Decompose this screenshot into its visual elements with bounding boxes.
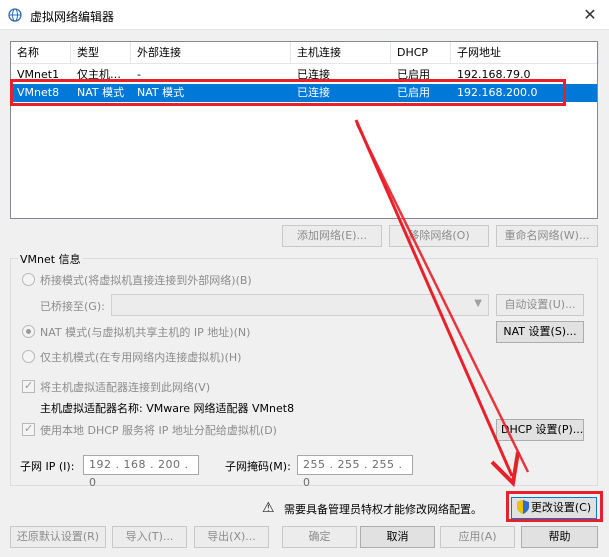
- cell-external: -: [137, 68, 141, 81]
- apply-button[interactable]: 应用(A): [440, 526, 515, 548]
- add-network-button[interactable]: 添加网络(E)...: [282, 225, 382, 247]
- close-button[interactable]: ✕: [577, 4, 603, 26]
- table-row[interactable]: VMnet1 仅主机… - 已连接 已启用 192.168.79.0: [11, 66, 597, 84]
- cancel-button[interactable]: 取消: [360, 526, 435, 548]
- column-header-type[interactable]: 类型: [71, 42, 131, 64]
- table-row-selected[interactable]: VMnet8 NAT 模式 NAT 模式 已连接 已启用 192.168.200…: [11, 84, 597, 102]
- nat-settings-button[interactable]: NAT 设置(S)...: [496, 321, 584, 343]
- host-only-radio[interactable]: [22, 350, 35, 363]
- network-list[interactable]: 名称 类型 外部连接 主机连接 DHCP 子网地址 VMnet1 仅主机… - …: [10, 41, 599, 219]
- dhcp-settings-button[interactable]: DHCP 设置(P)...: [496, 419, 584, 441]
- column-header-host[interactable]: 主机连接: [291, 42, 391, 64]
- rename-network-button[interactable]: 重命名网络(W)...: [496, 225, 598, 247]
- ok-button[interactable]: 确定: [282, 526, 357, 548]
- cell-subnet: 192.168.79.0: [457, 68, 531, 81]
- vmnet-info-group: [10, 258, 598, 486]
- cell-type: 仅主机…: [77, 68, 121, 81]
- subnet-ip-label: 子网 IP (I):: [20, 460, 75, 473]
- subnet-ip-input[interactable]: 192 . 168 . 200 . 0: [83, 455, 199, 489]
- admin-notice: 需要具备管理员特权才能修改网络配置。: [284, 503, 482, 516]
- chevron-down-icon: ▼: [474, 298, 482, 309]
- column-header-external[interactable]: 外部连接: [131, 42, 291, 64]
- cell-name: VMnet8: [17, 86, 60, 99]
- connect-adapter-label: 将主机虚拟适配器连接到此网络(V): [40, 381, 211, 394]
- remove-network-button[interactable]: 移除网络(O): [389, 225, 489, 247]
- cell-host: 已连接: [297, 68, 330, 81]
- column-header-subnet[interactable]: 子网地址: [451, 42, 599, 64]
- cell-name: VMnet1: [17, 68, 60, 81]
- cell-host: 已连接: [297, 86, 330, 99]
- title-bar: 虚拟网络编辑器 ✕: [0, 0, 609, 30]
- subnet-mask-input[interactable]: 255 . 255 . 255 . 0: [297, 455, 413, 489]
- window-title: 虚拟网络编辑器: [30, 10, 115, 24]
- cell-dhcp: 已启用: [397, 68, 430, 81]
- export-button[interactable]: 导出(X)...: [194, 526, 269, 548]
- nat-radio[interactable]: [22, 325, 35, 338]
- adapter-name-label: 主机虚拟适配器名称: VMware 网络适配器 VMnet8: [40, 402, 295, 415]
- bridged-radio[interactable]: [22, 273, 35, 286]
- bridged-to-label: 已桥接至(G):: [40, 300, 105, 313]
- restore-defaults-button[interactable]: 还原默认设置(R): [10, 526, 106, 548]
- uac-shield-icon: [516, 500, 529, 514]
- cell-dhcp: 已启用: [397, 86, 430, 99]
- help-button[interactable]: 帮助: [521, 526, 598, 548]
- use-dhcp-label: 使用本地 DHCP 服务将 IP 地址分配给虚拟机(D): [40, 424, 277, 437]
- bridged-label: 桥接模式(将虚拟机直接连接到外部网络)(B): [40, 274, 252, 287]
- subnet-mask-label: 子网掩码(M):: [225, 460, 291, 473]
- auto-settings-button[interactable]: 自动设置(U)...: [496, 294, 584, 316]
- change-settings-button[interactable]: 更改设置(C): [511, 497, 597, 519]
- column-header-dhcp[interactable]: DHCP: [391, 42, 451, 64]
- bridged-to-select[interactable]: ▼: [111, 294, 489, 316]
- vmnet-info-title: VMnet 信息: [18, 251, 83, 267]
- cell-subnet: 192.168.200.0: [457, 86, 538, 99]
- warning-icon: ⚠: [262, 500, 275, 516]
- import-button[interactable]: 导入(T)...: [112, 526, 187, 548]
- cell-external: NAT 模式: [137, 86, 185, 99]
- use-dhcp-checkbox[interactable]: [22, 422, 35, 436]
- connect-adapter-checkbox[interactable]: [22, 379, 35, 393]
- change-settings-label: 更改设置(C): [530, 501, 592, 514]
- host-only-label: 仅主机模式(在专用网络内连接虚拟机)(H): [40, 351, 242, 364]
- column-header-name[interactable]: 名称: [11, 42, 71, 64]
- globe-icon: [8, 8, 22, 22]
- cell-type: NAT 模式: [77, 86, 125, 99]
- nat-label: NAT 模式(与虚拟机共享主机的 IP 地址)(N): [40, 326, 251, 339]
- list-header: 名称 类型 外部连接 主机连接 DHCP 子网地址: [11, 42, 599, 64]
